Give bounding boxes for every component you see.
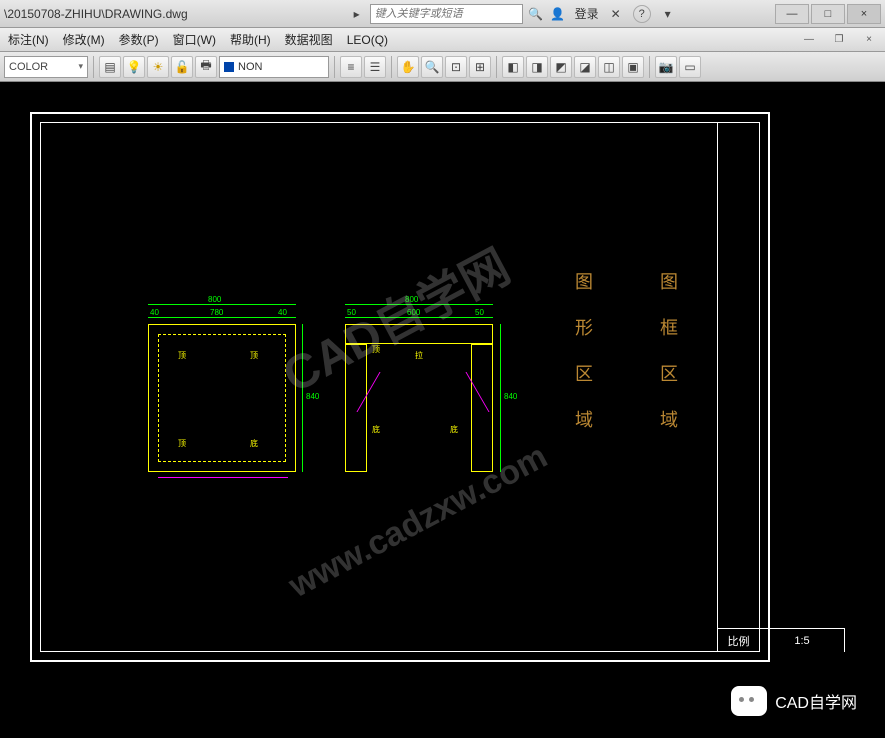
tag: 顶 bbox=[178, 438, 186, 449]
label-drawing-area: 图形区域 bbox=[570, 272, 596, 456]
layer-iso-icon[interactable]: ☰ bbox=[364, 56, 386, 78]
wechat-badge: CAD自学网 bbox=[731, 686, 857, 716]
dim-sub2: 780 bbox=[210, 308, 223, 317]
leader-line bbox=[158, 477, 288, 478]
layer-states-icon[interactable]: ≡ bbox=[340, 56, 362, 78]
dim-line bbox=[148, 304, 296, 305]
dim-line bbox=[148, 317, 296, 318]
scale-label: 比例 bbox=[718, 629, 760, 652]
mdi-restore-icon[interactable]: ❐ bbox=[831, 32, 847, 48]
separator bbox=[334, 56, 335, 78]
view-cube5-icon[interactable]: ◫ bbox=[598, 56, 620, 78]
tag: 底 bbox=[372, 424, 380, 435]
view-cube6-icon[interactable]: ▣ bbox=[622, 56, 644, 78]
close-button[interactable]: × bbox=[847, 4, 881, 24]
toolbar: COLOR ▤ 💡 ☀ 🔓 🖶 NON ≡ ☰ ✋ 🔍 ⊡ ⊞ ◧ ◨ ◩ ◪ … bbox=[0, 52, 885, 82]
dim-sub3: 40 bbox=[278, 308, 287, 317]
view-cube4-icon[interactable]: ◪ bbox=[574, 56, 596, 78]
zoom-icon[interactable]: 🔍 bbox=[421, 56, 443, 78]
zoom-window-icon[interactable]: ⊡ bbox=[445, 56, 467, 78]
view-cube3-icon[interactable]: ◩ bbox=[550, 56, 572, 78]
dim-top-r: 800 bbox=[405, 295, 418, 304]
dim-sub2-r: 600 bbox=[407, 308, 420, 317]
separator bbox=[496, 56, 497, 78]
view-cube2-icon[interactable]: ◨ bbox=[526, 56, 548, 78]
view-cube1-icon[interactable]: ◧ bbox=[502, 56, 524, 78]
dim-line-v bbox=[500, 324, 501, 472]
menu-leo[interactable]: LEO(Q) bbox=[347, 33, 388, 47]
wechat-label: CAD自学网 bbox=[775, 689, 857, 713]
label-frame-area: 图框区域 bbox=[655, 272, 681, 456]
tag: 顶 bbox=[250, 350, 258, 361]
separator bbox=[649, 56, 650, 78]
dim-line bbox=[345, 317, 493, 318]
layer-color-swatch bbox=[224, 62, 234, 72]
search-input[interactable] bbox=[370, 4, 523, 24]
dropdown2-icon[interactable]: ▾ bbox=[659, 5, 677, 23]
mdi-minimize-icon[interactable]: — bbox=[801, 32, 817, 48]
menu-dataview[interactable]: 数据视图 bbox=[285, 31, 333, 48]
user-icon[interactable]: 👤 bbox=[549, 5, 567, 23]
sun-icon[interactable]: ☀ bbox=[147, 56, 169, 78]
zoom-extents-icon[interactable]: ⊞ bbox=[469, 56, 491, 78]
lock-icon[interactable]: 🔓 bbox=[171, 56, 193, 78]
separator bbox=[391, 56, 392, 78]
tag: 顶 bbox=[372, 344, 380, 355]
dim-sub1: 40 bbox=[150, 308, 159, 317]
tag: 顶 bbox=[178, 350, 186, 361]
file-path: \20150708-ZHIHU\DRAWING.dwg bbox=[4, 7, 188, 21]
search-icon[interactable]: 🔍 bbox=[527, 5, 545, 23]
dropdown-icon[interactable]: ▸ bbox=[348, 5, 366, 23]
dim-line-v bbox=[302, 324, 303, 472]
title-block: 比例 1:5 bbox=[717, 122, 845, 652]
minimize-button[interactable]: — bbox=[775, 4, 809, 24]
help-icon[interactable]: ? bbox=[633, 5, 651, 23]
title-bar: \20150708-ZHIHU\DRAWING.dwg ▸ 🔍 👤 登录 ✕ ?… bbox=[0, 0, 885, 28]
right-top-beam bbox=[345, 324, 493, 344]
menu-help[interactable]: 帮助(H) bbox=[230, 31, 271, 48]
dim-top: 800 bbox=[208, 295, 221, 304]
layer-name: NON bbox=[238, 61, 262, 73]
drawing-canvas[interactable]: 比例 1:5 图形区域 图框区域 800 40 780 40 840 顶 顶 顶… bbox=[0, 82, 885, 738]
menu-parameters[interactable]: 参数(P) bbox=[119, 31, 159, 48]
menu-modify[interactable]: 修改(M) bbox=[63, 31, 105, 48]
layer-dropdown[interactable]: NON bbox=[219, 56, 329, 78]
login-button[interactable]: 登录 bbox=[571, 5, 603, 22]
dim-side: 840 bbox=[306, 392, 319, 401]
exchange-icon[interactable]: ✕ bbox=[607, 5, 625, 23]
maximize-button[interactable]: □ bbox=[811, 4, 845, 24]
camera-icon[interactable]: 📷 bbox=[655, 56, 677, 78]
color-dropdown[interactable]: COLOR bbox=[4, 56, 88, 78]
mdi-close-icon[interactable]: × bbox=[861, 32, 877, 48]
pan-icon[interactable]: ✋ bbox=[397, 56, 419, 78]
layer-manager-icon[interactable]: ▤ bbox=[99, 56, 121, 78]
wechat-icon bbox=[731, 686, 767, 716]
scale-value: 1:5 bbox=[760, 629, 845, 652]
separator bbox=[93, 56, 94, 78]
plot-icon[interactable]: 🖶 bbox=[195, 56, 217, 78]
tag: 底 bbox=[250, 438, 258, 449]
dim-sub1-r: 50 bbox=[347, 308, 356, 317]
menu-dimension[interactable]: 标注(N) bbox=[8, 31, 49, 48]
tag: 拉 bbox=[415, 350, 423, 361]
dim-line bbox=[345, 304, 493, 305]
menu-bar: 标注(N) 修改(M) 参数(P) 窗口(W) 帮助(H) 数据视图 LEO(Q… bbox=[0, 28, 885, 52]
dim-sub3-r: 50 bbox=[475, 308, 484, 317]
sheet-icon[interactable]: ▭ bbox=[679, 56, 701, 78]
menu-window[interactable]: 窗口(W) bbox=[173, 31, 216, 48]
dim-side-r: 840 bbox=[504, 392, 517, 401]
lightbulb-icon[interactable]: 💡 bbox=[123, 56, 145, 78]
tag: 底 bbox=[450, 424, 458, 435]
